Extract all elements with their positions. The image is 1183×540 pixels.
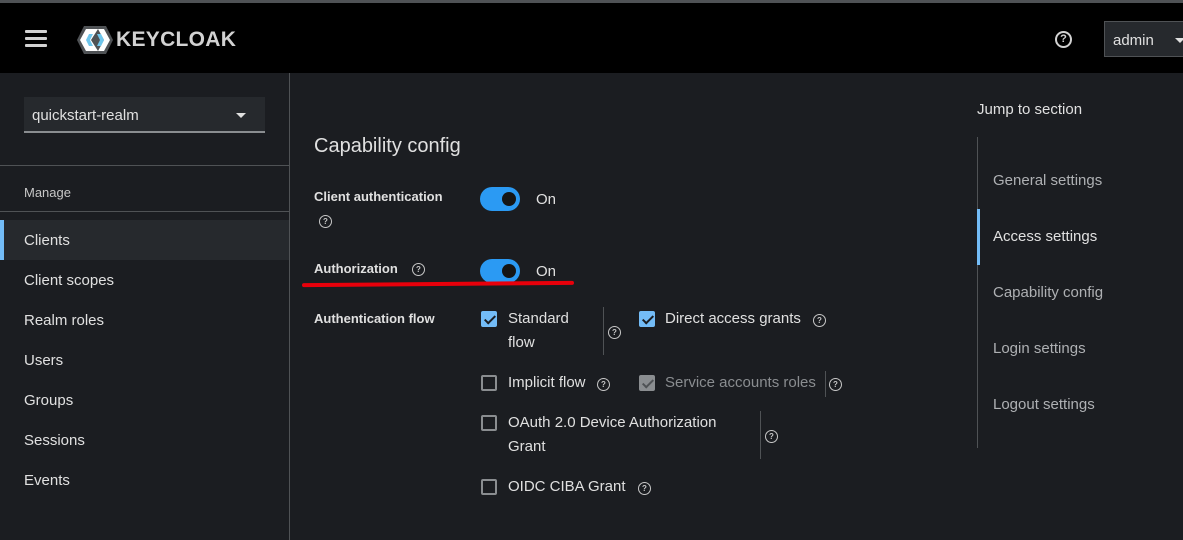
jump-link-general-settings[interactable]: General settings [977,153,1183,209]
divider [0,211,289,212]
sidebar-item-realm-roles[interactable]: Realm roles [0,300,289,340]
sidebar-item-events[interactable]: Events [0,460,289,500]
sidebar: quickstart-realm Manage Clients Client s… [0,73,290,540]
user-name: admin [1113,32,1154,49]
sidebar-item-label: Clients [24,232,70,249]
sidebar-item-label: Users [24,352,64,369]
oauth-device-authorization-grant-label: OAuth 2.0 Device Authorization Grant [508,414,717,455]
help-icon[interactable]: ? [597,378,610,391]
jump-to-section: Jump to section General settings Access … [960,73,1183,540]
caret-down-icon [236,113,246,118]
help-icon[interactable]: ? [1055,31,1072,48]
masthead: KEYCLOAK ? admin [0,3,1183,73]
jump-link-label: General settings [993,172,1103,189]
divider [0,165,289,166]
sidebar-item-label: Events [24,472,70,489]
section-title: Capability config [314,135,461,157]
jump-link-label: Capability config [993,284,1104,301]
jump-link-login-settings[interactable]: Login settings [977,321,1183,377]
sidebar-item-label: Sessions [24,432,85,449]
sidebar-item-client-scopes[interactable]: Client scopes [0,260,289,300]
realm-name: quickstart-realm [32,107,139,124]
authorization-state: On [536,263,557,280]
help-icon[interactable]: ? [608,326,621,339]
jump-link-label: Access settings [993,228,1098,245]
main-content: Capability config Client authentication … [290,73,960,540]
authorization-label: Authorization [314,261,398,276]
client-authentication-label: Client authentication [314,189,443,204]
keycloak-logo[interactable]: KEYCLOAK [76,25,236,55]
standard-flow-label: Standard flow [508,310,569,351]
sidebar-item-label: Realm roles [24,312,105,329]
help-icon[interactable]: ? [829,378,842,391]
divider [760,411,761,459]
service-accounts-roles-checkbox [639,375,655,391]
standard-flow-checkbox[interactable] [481,311,497,327]
jump-link-label: Login settings [993,340,1086,357]
oidc-ciba-grant-label: OIDC CIBA Grant [508,478,626,495]
jump-link-access-settings[interactable]: Access settings [977,209,1183,265]
jump-link-logout-settings[interactable]: Logout settings [977,377,1183,433]
service-accounts-roles-label: Service accounts roles [665,374,816,391]
authorization-switch[interactable] [480,259,520,283]
keycloak-logo-icon [77,26,113,54]
oauth-device-authorization-grant-checkbox[interactable] [481,415,497,431]
client-authentication-switch[interactable] [480,187,520,211]
red-underline-annotation [301,280,575,288]
implicit-flow-checkbox[interactable] [481,375,497,391]
sidebar-item-label: Groups [24,392,74,409]
help-icon[interactable]: ? [412,263,425,276]
realm-selector[interactable]: quickstart-realm [24,97,265,133]
jump-link-capability-config[interactable]: Capability config [977,265,1183,321]
divider [825,371,826,397]
jump-to-section-title: Jump to section [977,101,1083,118]
direct-access-grants-checkbox[interactable] [639,311,655,327]
authentication-flow-label: Authentication flow [314,311,435,326]
client-authentication-state: On [536,191,557,208]
nav-section-label: Manage [24,185,71,200]
caret-down-icon [1175,38,1183,43]
help-icon[interactable]: ? [319,215,332,228]
help-icon[interactable]: ? [638,482,651,495]
implicit-flow-label: Implicit flow [508,374,586,391]
sidebar-item-users[interactable]: Users [0,340,289,380]
logo-text: KEYCLOAK [116,28,237,51]
divider [603,307,604,355]
help-icon[interactable]: ? [813,314,826,327]
jump-link-label: Logout settings [993,396,1095,413]
sidebar-item-label: Client scopes [24,272,115,289]
user-menu-dropdown[interactable]: admin [1104,21,1183,57]
sidebar-item-sessions[interactable]: Sessions [0,420,289,460]
oidc-ciba-grant-checkbox[interactable] [481,479,497,495]
sidebar-item-clients[interactable]: Clients [0,220,289,260]
sidebar-item-groups[interactable]: Groups [0,380,289,420]
help-icon[interactable]: ? [765,430,778,443]
hamburger-menu-icon[interactable] [25,30,47,48]
direct-access-grants-label: Direct access grants [665,310,801,327]
